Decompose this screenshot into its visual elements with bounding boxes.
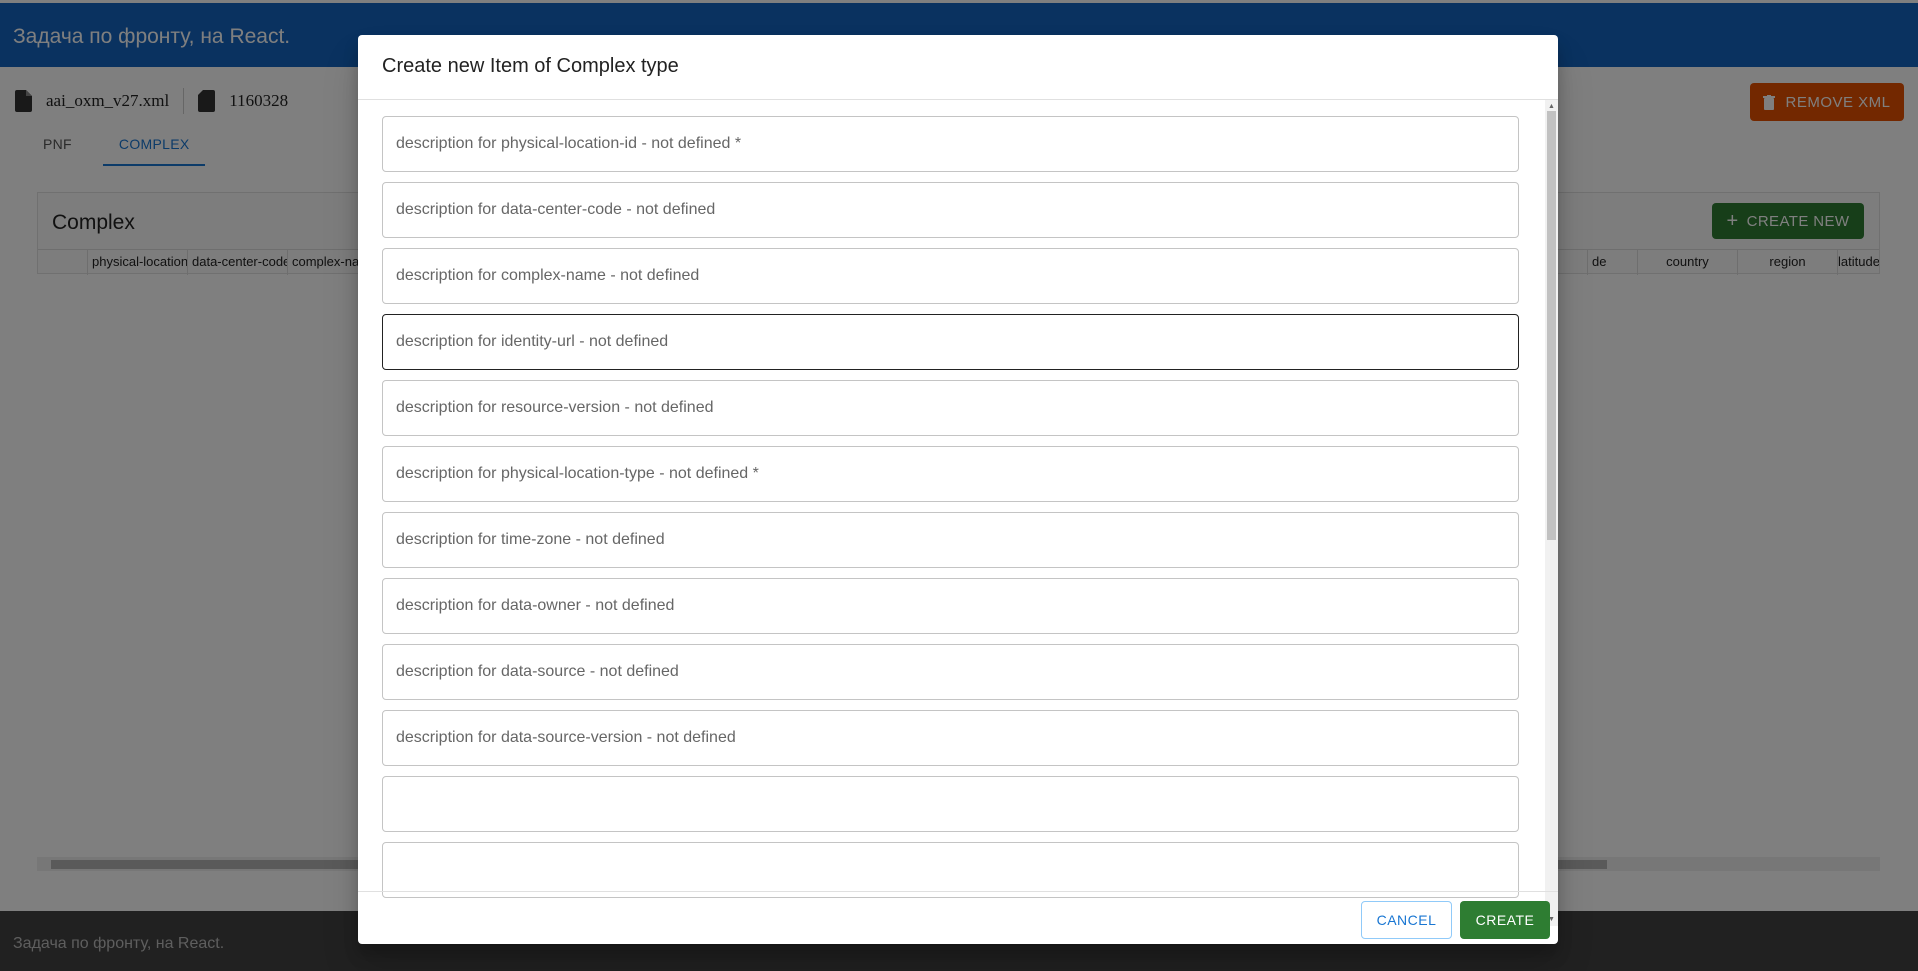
field-data-source-version[interactable]: description for data-source-version - no… <box>382 710 1519 766</box>
field-data-source[interactable]: description for data-source - not define… <box>382 644 1519 700</box>
scroll-up-icon[interactable]: ▲ <box>1548 103 1555 110</box>
divider <box>358 891 1558 892</box>
create-button[interactable]: CREATE <box>1460 901 1550 939</box>
field-data-center-code[interactable]: description for data-center-code - not d… <box>382 182 1519 238</box>
field-empty[interactable] <box>382 776 1519 832</box>
field-identity-url[interactable]: description for identity-url - not defin… <box>382 314 1519 370</box>
dialog-title: Create new Item of Complex type <box>382 55 679 77</box>
create-item-dialog: Create new Item of Complex type descript… <box>358 35 1558 944</box>
field-physical-location-type[interactable]: description for physical-location-type -… <box>382 446 1519 502</box>
vertical-scrollbar[interactable]: ▲ ▼ <box>1545 100 1558 926</box>
field-complex-name[interactable]: description for complex-name - not defin… <box>382 248 1519 304</box>
dialog-content: description for physical-location-id - n… <box>358 100 1558 926</box>
field-data-owner[interactable]: description for data-owner - not defined <box>382 578 1519 634</box>
field-empty[interactable] <box>382 842 1519 898</box>
field-time-zone[interactable]: description for time-zone - not defined <box>382 512 1519 568</box>
cancel-button[interactable]: CANCEL <box>1361 901 1452 939</box>
field-physical-location-id[interactable]: description for physical-location-id - n… <box>382 116 1519 172</box>
field-resource-version[interactable]: description for resource-version - not d… <box>382 380 1519 436</box>
scrollbar-thumb[interactable] <box>1547 111 1556 540</box>
